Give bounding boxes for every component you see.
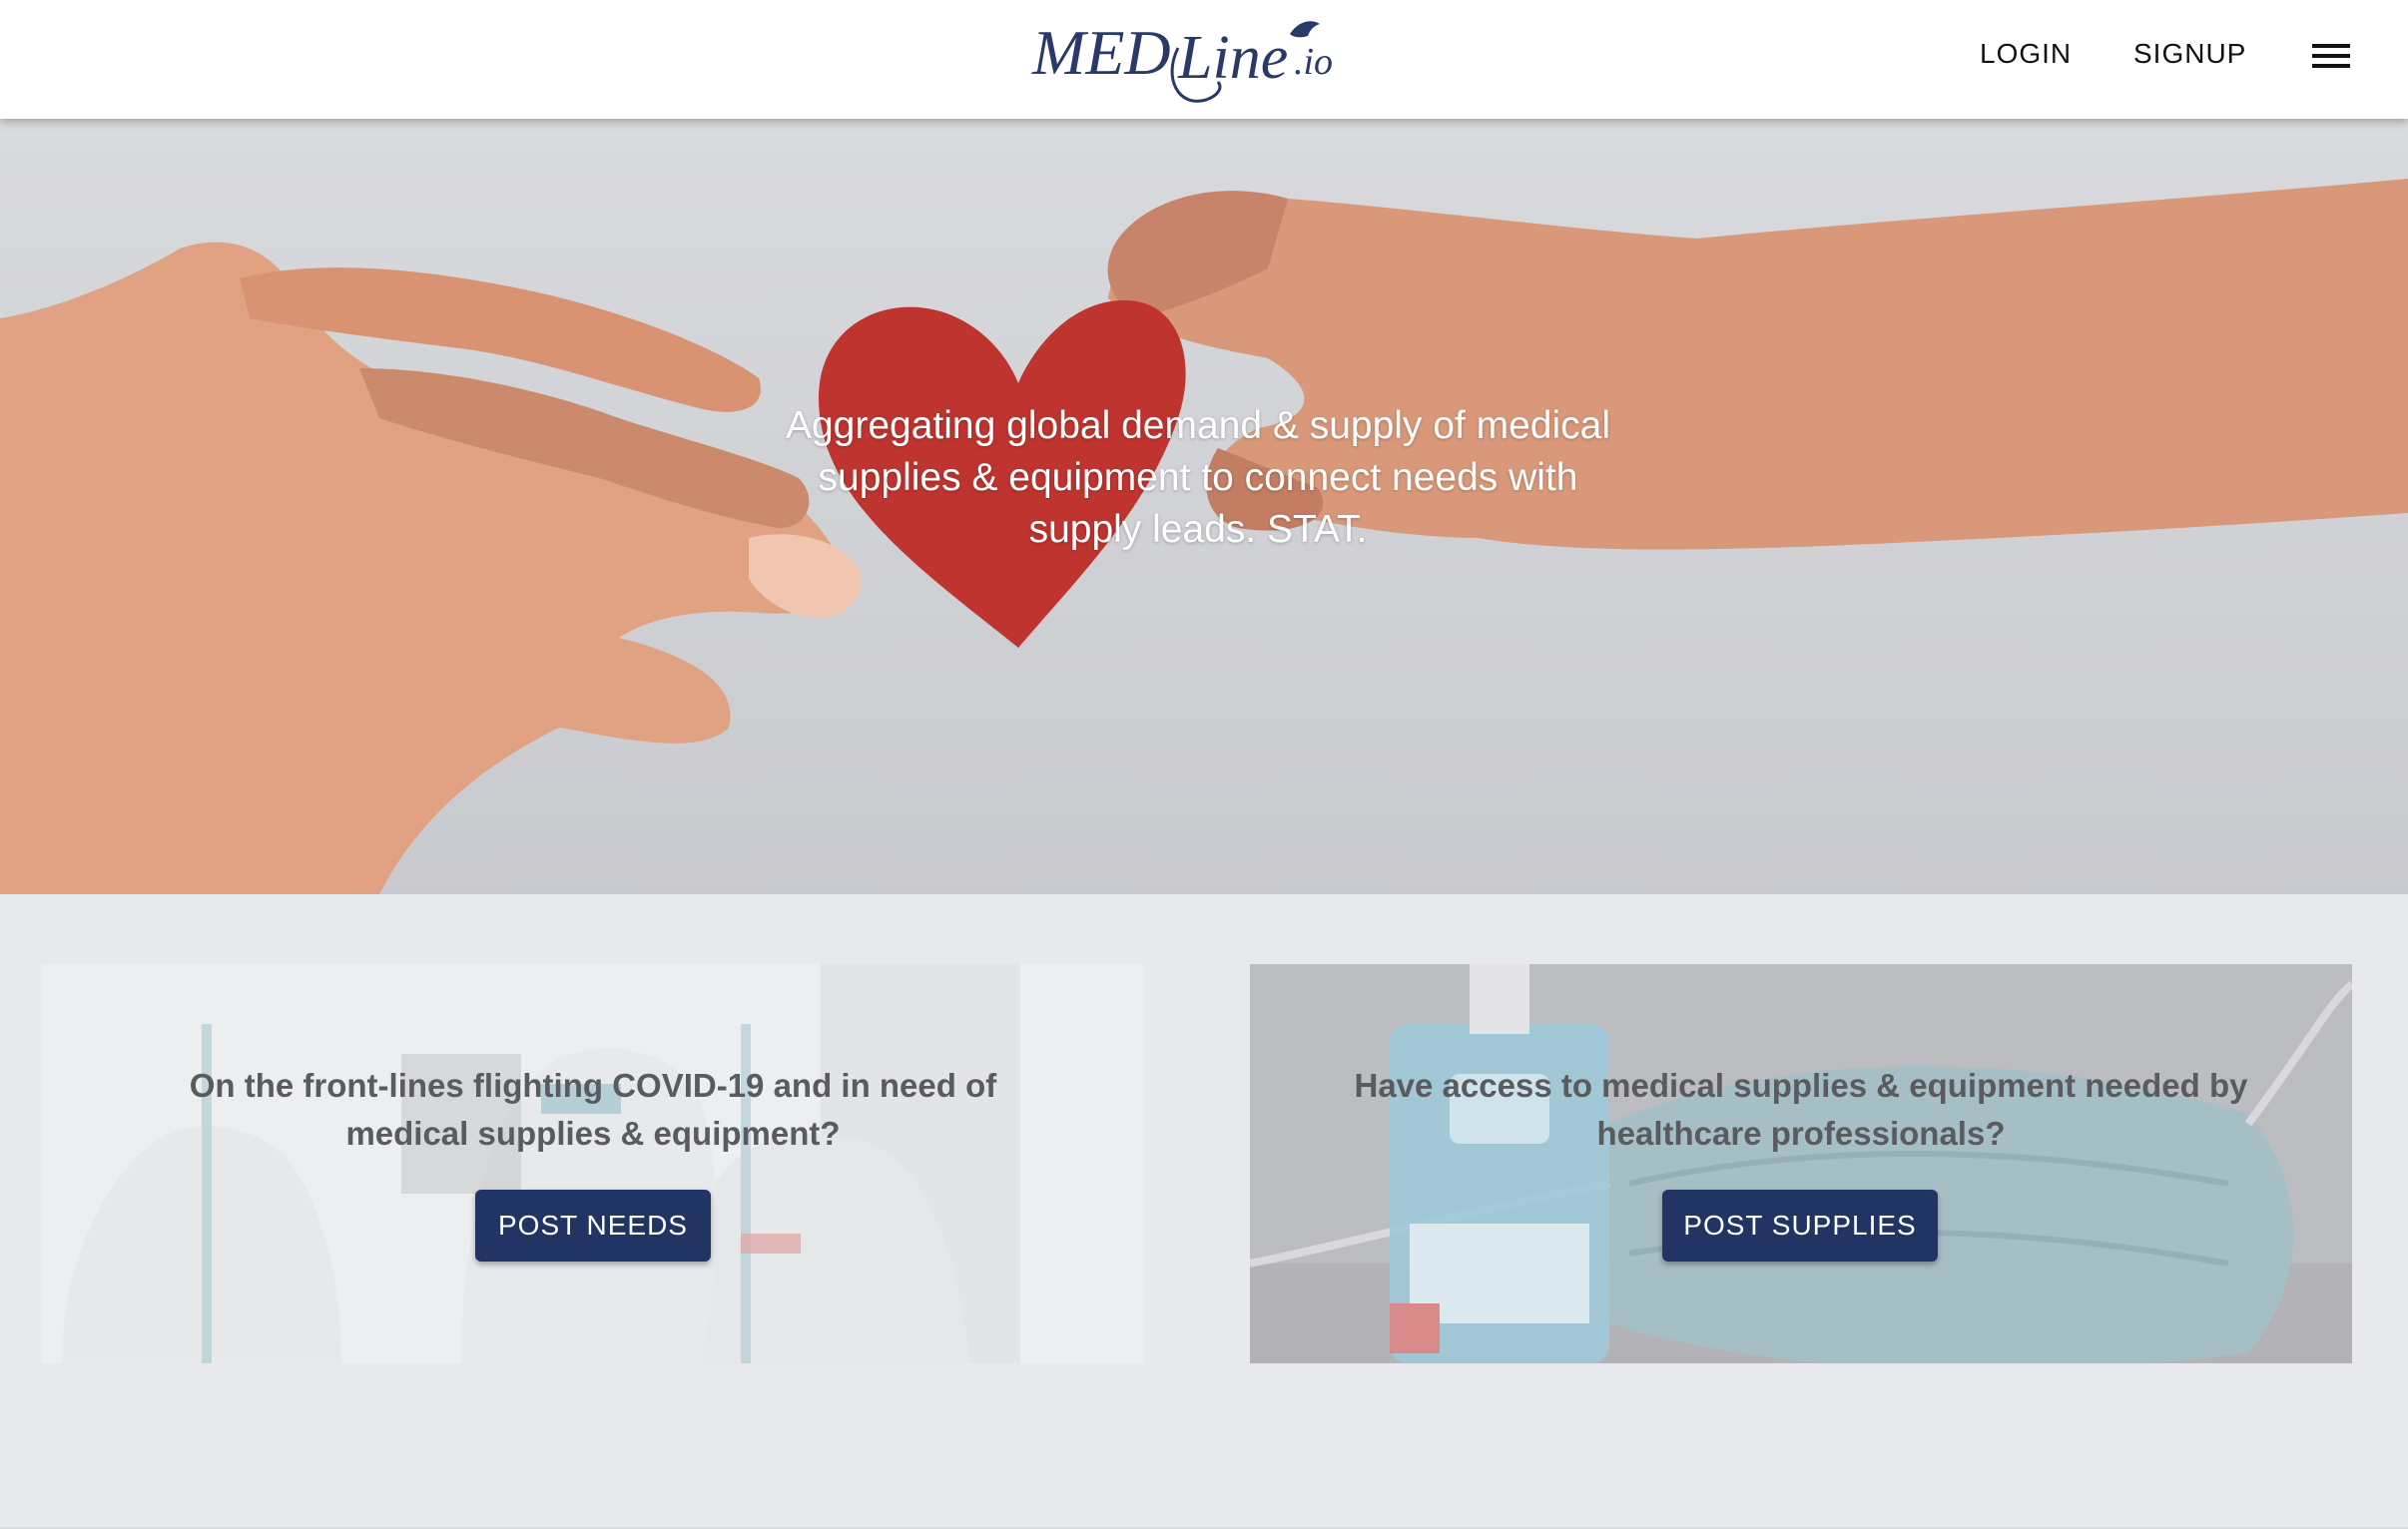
hero-headline: Aggregating global demand & supply of me…: [785, 404, 1611, 551]
frontline-workers-image: [42, 964, 1144, 1363]
sanitizer-and-mask-image: [1250, 964, 2352, 1363]
signup-link[interactable]: SIGNUP: [2133, 38, 2246, 70]
logo-text-line: Line: [1177, 24, 1288, 92]
hero-banner: Aggregating global demand & supply of me…: [0, 119, 2408, 894]
post-supplies-button[interactable]: POST SUPPLIES: [1662, 1190, 1938, 1262]
post-needs-card: On the front-lines flighting COVID-19 an…: [42, 964, 1144, 1363]
logo-text-med: MED: [1031, 17, 1171, 88]
post-supplies-card: Have access to medical supplies & equipm…: [1250, 964, 2352, 1363]
logo-text-io: .io: [1294, 41, 1333, 83]
top-navbar: MED Line .io LOGIN SIGNUP: [0, 0, 2408, 119]
post-supplies-prompt: Have access to medical supplies & equipm…: [1354, 1067, 2248, 1152]
medline-logo[interactable]: MED Line .io: [1028, 8, 1368, 112]
post-needs-prompt: On the front-lines flighting COVID-19 an…: [189, 1067, 997, 1152]
login-link[interactable]: LOGIN: [1980, 38, 2072, 70]
post-needs-button[interactable]: POST NEEDS: [475, 1190, 711, 1262]
hamburger-menu-icon[interactable]: [2312, 42, 2350, 70]
